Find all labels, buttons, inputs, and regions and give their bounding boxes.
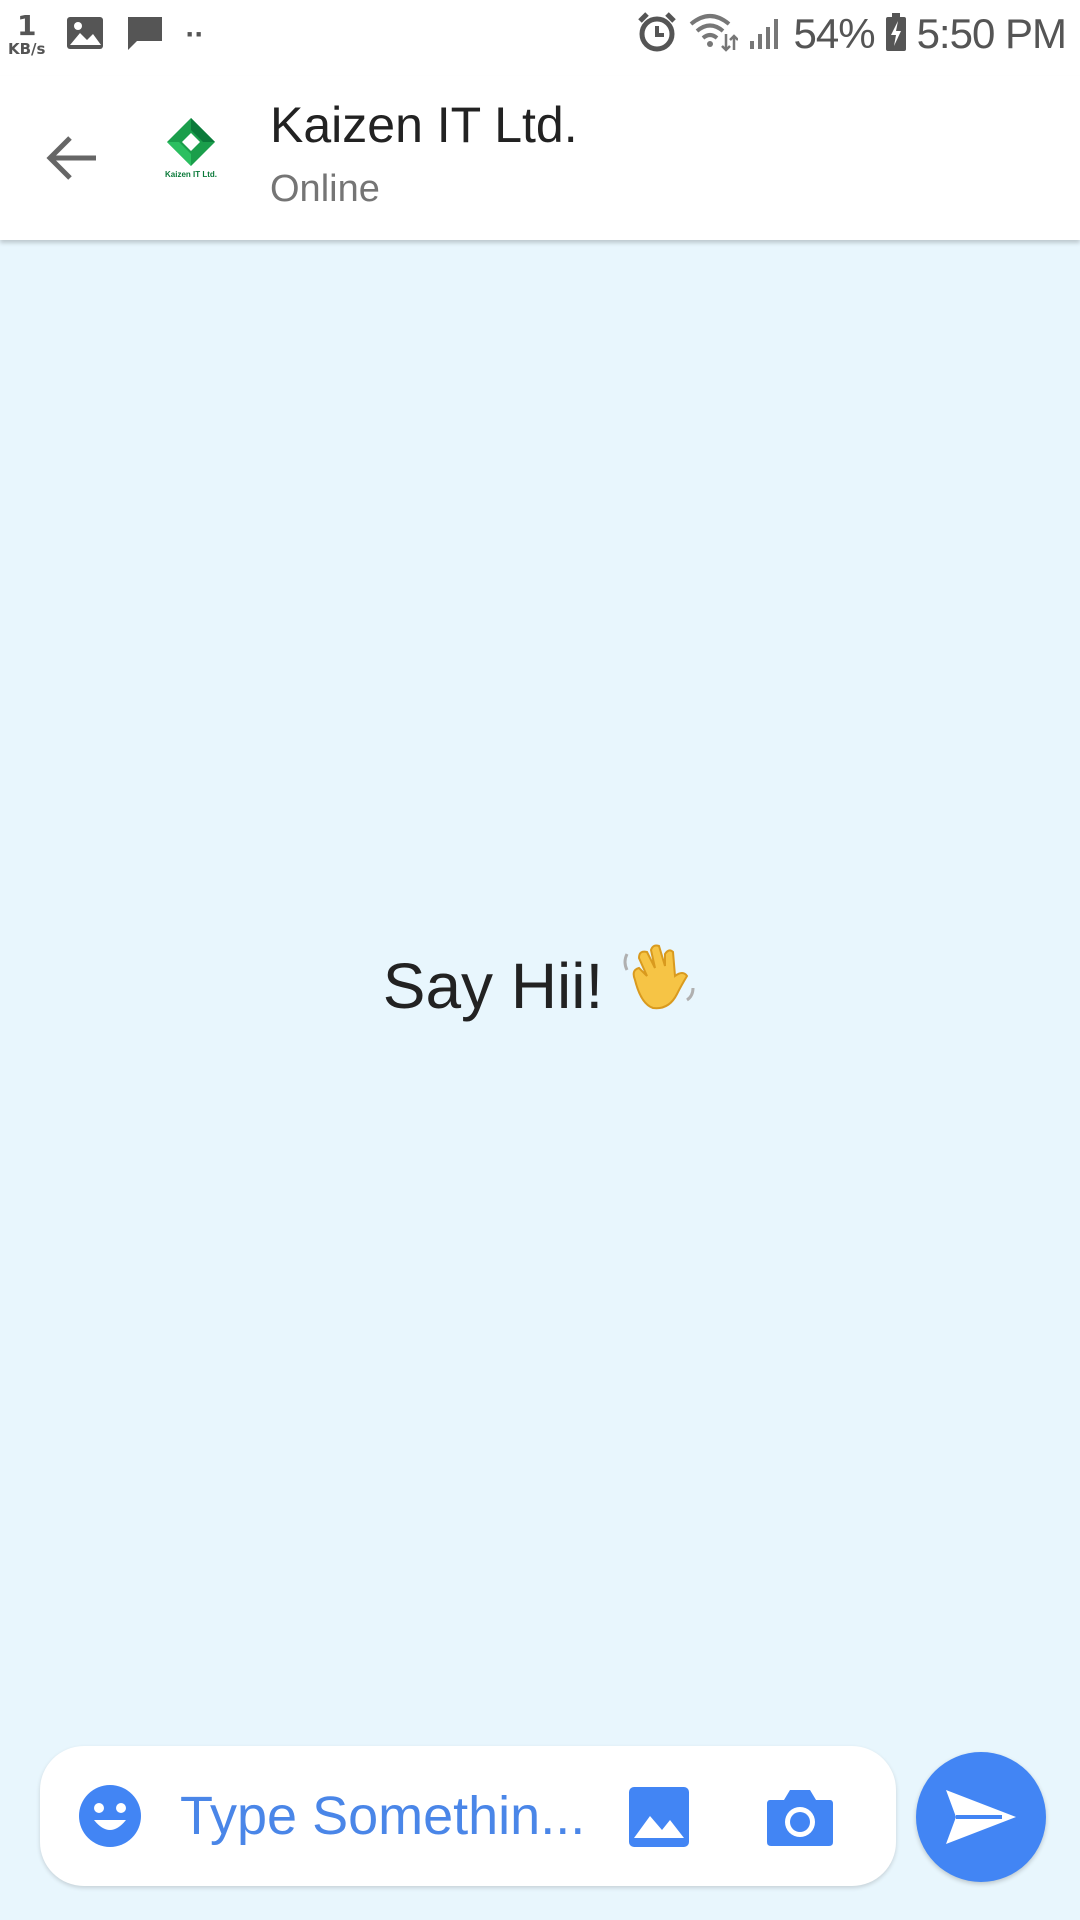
contact-name: Kaizen IT Ltd. xyxy=(270,97,578,153)
message-notification-icon xyxy=(125,14,165,56)
camera-icon xyxy=(767,1790,833,1846)
image-notification-icon xyxy=(65,15,105,55)
send-button[interactable] xyxy=(916,1752,1046,1882)
status-left: 1 KB/s ·· xyxy=(8,12,204,57)
back-button[interactable] xyxy=(36,122,108,194)
empty-chat-text: Say Hii! xyxy=(382,949,604,1022)
signal-icon xyxy=(748,13,784,55)
message-composer xyxy=(40,1746,896,1886)
alarm-icon xyxy=(636,11,678,57)
message-input[interactable] xyxy=(180,1776,620,1856)
emoji-button[interactable] xyxy=(78,1784,142,1848)
chat-screen: 1 KB/s ·· 54% 5:50 PM Kaizen IT Ltd. Kai… xyxy=(0,0,1080,1920)
contact-avatar-logo[interactable]: Kaizen IT Ltd. xyxy=(156,116,226,186)
network-speed: 1 KB/s xyxy=(8,12,45,57)
smiley-icon xyxy=(79,1785,141,1847)
logo-text: Kaizen IT Ltd. xyxy=(165,170,217,179)
chat-header: Kaizen IT Ltd. Kaizen IT Ltd. Online xyxy=(0,76,1080,240)
camera-button[interactable] xyxy=(766,1786,834,1848)
waving-hand-icon xyxy=(621,940,697,1031)
more-notifications-dots: ·· xyxy=(185,17,204,51)
status-bar: 1 KB/s ·· 54% 5:50 PM xyxy=(0,0,1080,76)
network-speed-unit: KB/s xyxy=(8,40,46,58)
status-right: 54% 5:50 PM xyxy=(636,10,1067,58)
kaizen-logo-icon xyxy=(167,118,215,166)
arrow-left-icon xyxy=(46,136,96,180)
contact-status: Online xyxy=(270,168,380,210)
network-speed-value: 1 xyxy=(16,9,37,42)
wifi-icon xyxy=(688,12,739,56)
send-icon xyxy=(946,1790,1016,1844)
empty-chat-prompt: Say Hii! xyxy=(0,940,1080,1031)
battery-charging-icon xyxy=(885,12,907,56)
clock-time: 5:50 PM xyxy=(916,10,1067,57)
message-list[interactable]: Say Hii! xyxy=(0,240,1080,1920)
gallery-button[interactable] xyxy=(628,1786,690,1848)
image-icon xyxy=(629,1787,689,1847)
battery-percentage: 54% xyxy=(793,10,876,57)
